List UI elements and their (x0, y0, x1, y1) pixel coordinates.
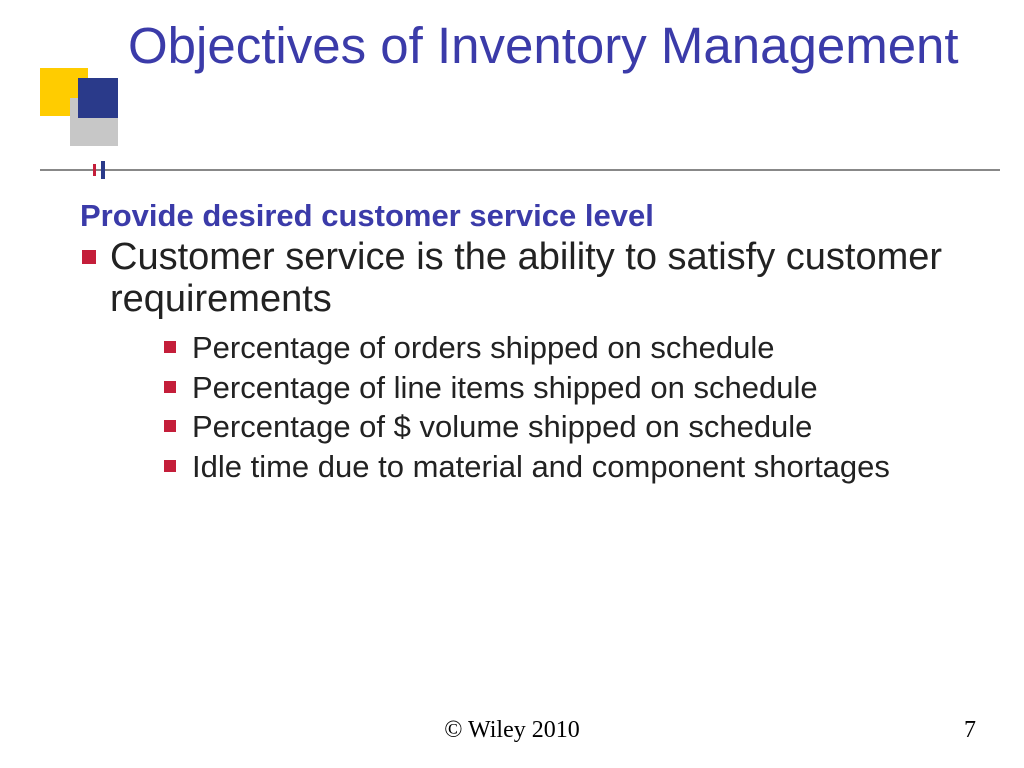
list-item: Percentage of orders shipped on schedule (162, 329, 984, 367)
slide-title: Objectives of Inventory Management (128, 16, 959, 76)
bullet-text: Percentage of line items shipped on sche… (192, 370, 818, 405)
page-number: 7 (964, 717, 976, 744)
divider (40, 158, 1000, 182)
footer-copyright: © Wiley 2010 (0, 717, 1024, 744)
bullet-text: Percentage of orders shipped on schedule (192, 330, 775, 365)
divider-tick-red (93, 164, 96, 176)
bullet-list: Customer service is the ability to satis… (80, 236, 984, 486)
divider-line (40, 169, 1000, 171)
bullet-text: Percentage of $ volume shipped on schedu… (192, 409, 812, 444)
bullet-text: Idle time due to material and component … (192, 449, 890, 484)
slide-content: Provide desired customer service level C… (80, 198, 984, 486)
bullet-text: Customer service is the ability to satis… (110, 236, 942, 321)
divider-tick-navy (101, 161, 105, 179)
section-subhead: Provide desired customer service level (80, 198, 984, 234)
logo-square-navy (78, 78, 118, 118)
slide-logo (40, 68, 120, 148)
slide: Objectives of Inventory Management Provi… (0, 0, 1024, 768)
list-item: Percentage of line items shipped on sche… (162, 369, 984, 407)
list-item: Customer service is the ability to satis… (80, 236, 984, 486)
list-item: Percentage of $ volume shipped on schedu… (162, 408, 984, 446)
list-item: Idle time due to material and component … (162, 448, 984, 486)
sub-bullet-list: Percentage of orders shipped on schedule… (110, 329, 984, 486)
